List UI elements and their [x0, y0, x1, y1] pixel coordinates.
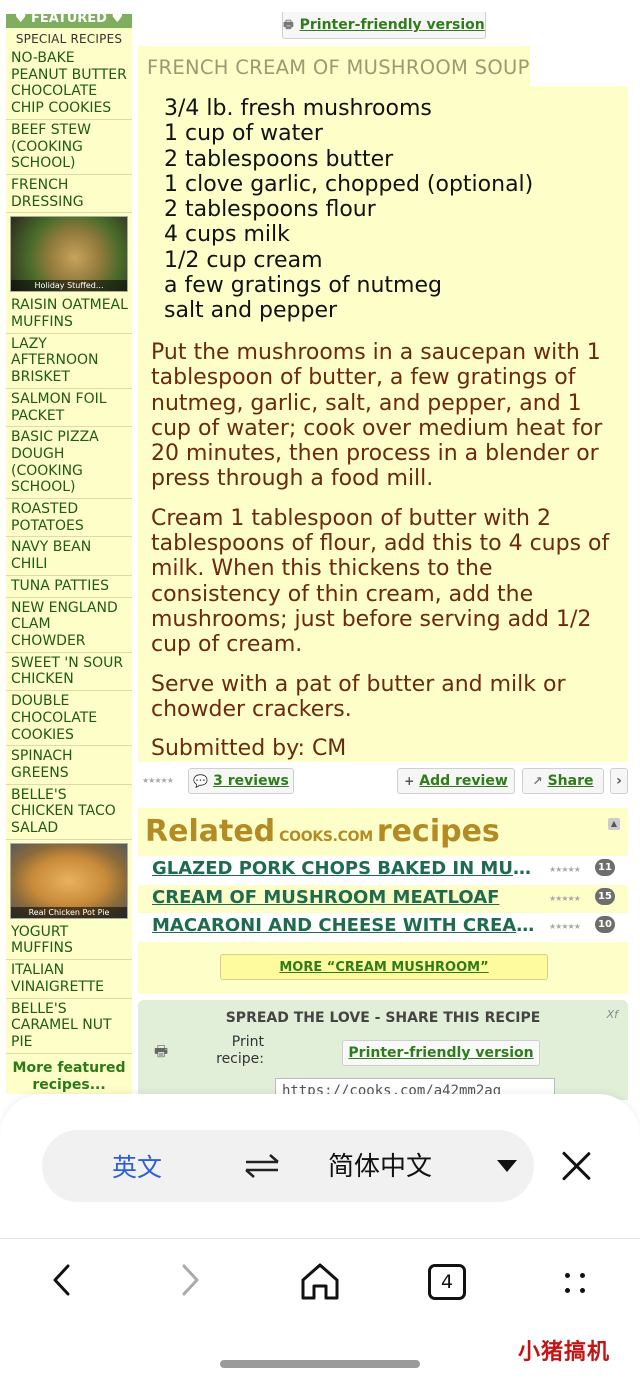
share-heading: SPREAD THE LOVE - SHARE THIS RECIPE — [225, 1010, 541, 1026]
chicken-pot-pie-thumbnail[interactable]: Real Chicken Pot Pie — [10, 842, 128, 919]
related-item[interactable]: • MACARONI AND CHEESE WITH CREAM OF MUSH… — [138, 913, 628, 942]
sidebar-item[interactable]: NAVY BEAN CHILI — [6, 537, 132, 576]
related-item[interactable]: • GLAZED PORK CHOPS BAKED IN MUSHROOM SO… — [138, 856, 628, 885]
ingredient: 1/2 cup cream — [164, 247, 323, 273]
sidebar-item[interactable]: BELLE'S CARAMEL NUT PIE — [6, 999, 132, 1054]
sidebar-item[interactable]: SPINACH GREENS — [6, 746, 132, 785]
printer-friendly-label: Printer-friendly version — [299, 17, 485, 33]
review-count-badge: 15 — [595, 887, 615, 905]
source-language-button[interactable]: 英文 — [112, 1148, 162, 1184]
related-list: • GLAZED PORK CHOPS BAKED IN MUSHROOM SO… — [138, 856, 628, 942]
direction-paragraph: Cream 1 tablespoon of butter with 2 tabl… — [151, 505, 610, 658]
more-featured-link[interactable]: More featured recipes... — [6, 1054, 132, 1094]
sidebar-item[interactable]: BELLE'S CHICKEN TACO SALAD — [6, 785, 132, 840]
recipe-title: FRENCH CREAM OF MUSHROOM SOUP — [138, 46, 530, 86]
watermark-text: 小猪搞机 — [518, 1340, 611, 1365]
next-arrow-button[interactable]: › — [610, 768, 628, 794]
ingredient: 2 tablespoons flour — [164, 197, 376, 223]
reviews-button[interactable]: 💬 3 reviews — [188, 768, 294, 794]
target-language-button[interactable]: 简体中文 — [328, 1146, 432, 1183]
thumbnail-caption: Holiday Stuffed... — [11, 280, 127, 292]
sidebar-item[interactable]: FRENCH DRESSING — [6, 175, 132, 214]
tabs-count-icon[interactable]: 4 — [428, 1264, 466, 1300]
printer-icon: 🖶 — [154, 1042, 169, 1060]
printer-icon: 🖶 — [283, 17, 294, 31]
more-menu-icon[interactable] — [562, 1270, 590, 1298]
sidebar-item[interactable]: RAISIN OATMEAL MUFFINS — [6, 295, 132, 334]
sidebar-item[interactable]: SWEET 'N SOUR CHICKEN — [6, 653, 132, 692]
ingredient: 4 cups milk — [164, 222, 290, 248]
share-button[interactable]: ↗ Share — [522, 768, 604, 794]
sidebar-item[interactable]: BEEF STEW (COOKING SCHOOL) — [6, 120, 132, 175]
swap-languages-icon[interactable] — [242, 1152, 282, 1180]
ingredient: 1 clove garlic, chopped (optional) — [164, 171, 534, 197]
related-recipes: Related COOKS.COM recipes ▲ • GLAZED PORK … — [138, 808, 628, 994]
direction-paragraph: Put the mushrooms in a saucepan with 1 t… — [151, 340, 603, 492]
directions: Put the mushrooms in a saucepan with 1 t… — [151, 340, 626, 775]
share-section: SPREAD THE LOVE - SHARE THIS RECIPE Xf 🖶… — [138, 1000, 628, 1100]
ingredient: 3/4 lb. fresh mushrooms — [164, 96, 432, 121]
printer-friendly-button[interactable]: 🖶 Printer-friendly version — [282, 12, 486, 39]
sidebar-item[interactable]: SALMON FOIL PACKET — [6, 389, 132, 428]
cooks-com-logo: COOKS.COM — [279, 829, 373, 845]
holiday-stuffed-thumbnail[interactable]: Holiday Stuffed... — [10, 216, 128, 293]
browser-bottom-sheet: 英文 简体中文 4 小猪搞机 — [0, 1094, 640, 1380]
featured-header: ♥ FEATURED ♥ — [6, 14, 132, 28]
back-arrow-icon[interactable] — [50, 1262, 74, 1298]
comment-icon: 💬 — [193, 774, 209, 788]
sidebar-item[interactable]: NEW ENGLAND CLAM CHOWDER — [6, 598, 132, 653]
sidebar-item[interactable]: LAZY AFTERNOON BRISKET — [6, 334, 132, 389]
translation-bar: 英文 简体中文 — [42, 1130, 534, 1202]
submitted-by: Submitted by: CM — [151, 736, 347, 762]
sidebar-item[interactable]: DOUBLE CHOCOLATE COOKIES — [6, 691, 132, 747]
direction-paragraph: Serve with a pat of butter and milk or c… — [151, 671, 566, 722]
plus-icon: + — [404, 774, 415, 788]
sidebar-item[interactable]: YOGURT MUFFINS — [6, 922, 132, 961]
sidebar-item[interactable]: ROASTED POTATOES — [6, 499, 132, 538]
sidebar-item[interactable]: TUNA PATTIES — [6, 576, 132, 598]
ingredients-list: 3/4 lb. fresh mushrooms 1 cup of water 2… — [164, 96, 533, 324]
special-recipes-label: SPECIAL RECIPES — [15, 32, 123, 46]
share-options-icon[interactable]: Xf — [607, 1008, 618, 1021]
ingredient: a few gratings of nutmeg — [164, 273, 442, 299]
ingredient: 1 cup of water — [164, 121, 323, 147]
recipe-body: 3/4 lb. fresh mushrooms 1 cup of water 2… — [138, 86, 628, 762]
printer-friendly-button[interactable]: Printer-friendly version — [342, 1040, 540, 1066]
forward-arrow-icon[interactable] — [178, 1262, 202, 1298]
related-item[interactable]: • CREAM OF MUSHROOM MEATLOAF ★★★★★ 15 — [138, 884, 628, 913]
chevron-down-icon[interactable] — [497, 1160, 517, 1172]
more-cream-mushroom-button[interactable]: MORE “CREAM MUSHROOM” — [220, 954, 548, 980]
ad-choices-icon[interactable]: ▲ — [608, 818, 620, 830]
rating-stars: ★★★★★ — [142, 776, 174, 785]
review-count-badge: 11 — [595, 859, 615, 876]
home-icon[interactable] — [298, 1260, 342, 1302]
thumbnail-caption: Real Chicken Pot Pie — [11, 906, 127, 918]
close-icon[interactable] — [560, 1150, 592, 1182]
ingredient: 2 tablespoons butter — [164, 146, 394, 172]
related-heading: Related COOKS.COM recipes — [145, 814, 500, 849]
ingredient: salt and pepper — [164, 298, 338, 324]
featured-sidebar: ♥ FEATURED ♥ SPECIAL RECIPES NO-BAKE PEA… — [6, 14, 132, 1094]
review-count-badge: 10 — [595, 916, 615, 933]
sidebar-item[interactable]: ITALIAN VINAIGRETTE — [6, 960, 132, 999]
share-icon: ↗ — [532, 774, 543, 788]
recipe-action-bar: ★★★★★ 💬 3 reviews + Add review ↗ Share › — [138, 764, 628, 796]
home-indicator[interactable] — [220, 1360, 420, 1368]
print-recipe-label: Print recipe: — [216, 1034, 264, 1067]
divider — [0, 1238, 640, 1239]
sidebar-item[interactable]: NO-BAKE PEANUT BUTTER CHOCOLATE CHIP COO… — [6, 48, 132, 120]
sidebar-item[interactable]: BASIC PIZZA DOUGH (COOKING SCHOOL) — [6, 427, 132, 500]
add-review-button[interactable]: + Add review — [397, 768, 515, 794]
